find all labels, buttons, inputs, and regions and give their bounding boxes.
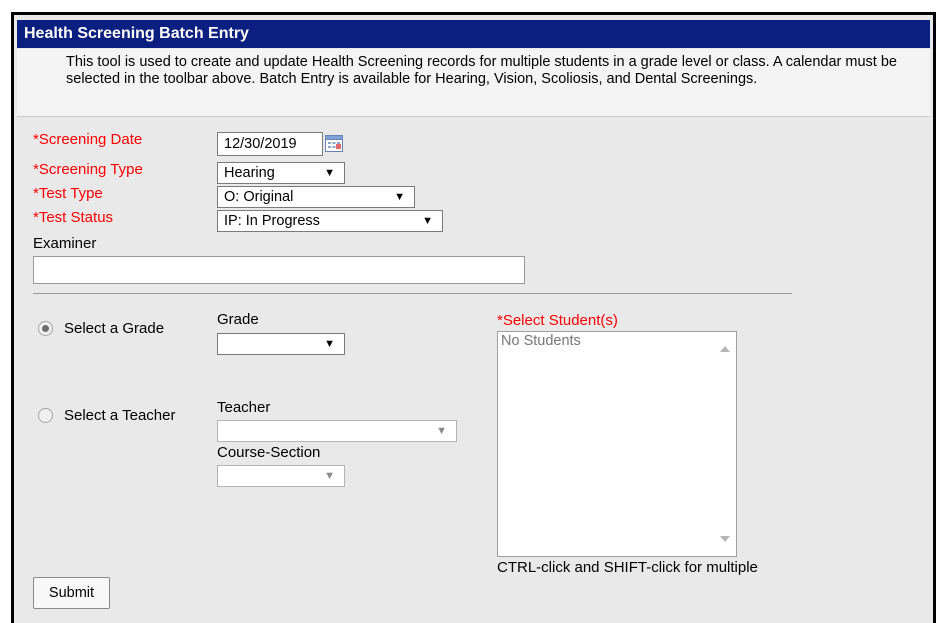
test-status-label: *Test Status [33, 209, 114, 226]
teacher-select[interactable]: ▼ [217, 420, 457, 442]
batch-entry-panel: Health Screening Batch Entry This tool i… [11, 12, 936, 623]
select-teacher-radio[interactable] [38, 408, 53, 423]
chevron-down-icon: ▼ [324, 167, 335, 179]
screening-date-input[interactable]: 12/30/2019 [217, 132, 323, 156]
chevron-down-icon: ▼ [422, 215, 433, 227]
chevron-down-icon: ▼ [324, 338, 335, 350]
students-listbox[interactable]: No Students [497, 331, 737, 557]
scroll-down-icon[interactable] [720, 536, 730, 542]
test-type-value: O: Original [224, 189, 294, 205]
teacher-label: Teacher [217, 399, 271, 416]
test-status-select[interactable]: IP: In Progress ▼ [217, 210, 443, 232]
panel-title: Health Screening Batch Entry [17, 20, 930, 48]
select-grade-radio[interactable] [38, 321, 53, 336]
chevron-down-icon: ▼ [394, 191, 405, 203]
screening-type-value: Hearing [224, 165, 275, 181]
screening-type-label: *Screening Type [33, 161, 143, 178]
scroll-up-icon[interactable] [720, 346, 730, 352]
intro-text: This tool is used to create and update H… [17, 49, 930, 117]
submit-button[interactable]: Submit [33, 577, 110, 609]
grade-select[interactable]: ▼ [217, 333, 345, 355]
list-item: No Students [501, 333, 581, 349]
examiner-label: Examiner [33, 235, 97, 252]
calendar-icon[interactable] [325, 134, 343, 152]
course-section-label: Course-Section [217, 444, 321, 461]
course-section-select[interactable]: ▼ [217, 465, 345, 487]
test-type-select[interactable]: O: Original ▼ [217, 186, 415, 208]
chevron-down-icon: ▼ [324, 470, 335, 482]
divider [33, 293, 792, 294]
select-students-label: *Select Student(s) [497, 312, 618, 329]
test-type-label: *Test Type [33, 185, 103, 202]
screening-type-select[interactable]: Hearing ▼ [217, 162, 345, 184]
test-status-value: IP: In Progress [224, 213, 320, 229]
select-grade-label: Select a Grade [64, 320, 165, 337]
students-hint: CTRL-click and SHIFT-click for multiple [497, 559, 758, 576]
screening-date-value: 12/30/2019 [224, 136, 297, 152]
select-teacher-label: Select a Teacher [64, 407, 176, 424]
grade-label: Grade [217, 311, 259, 328]
examiner-input[interactable] [33, 256, 525, 284]
chevron-down-icon: ▼ [436, 425, 447, 437]
screening-date-label: *Screening Date [33, 131, 143, 148]
